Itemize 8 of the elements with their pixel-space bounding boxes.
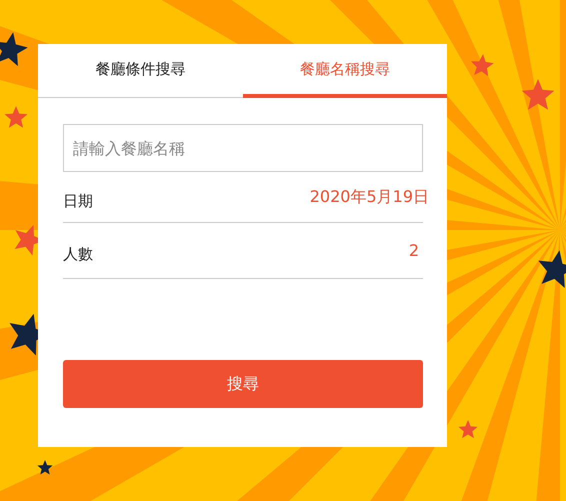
- field-value[interactable]: 2020年5月19日: [310, 186, 429, 208]
- search-field[interactable]: 請輸入餐廳名稱: [63, 124, 423, 172]
- field-label: 人數: [63, 245, 93, 264]
- tab[interactable]: 餐廳條件搜尋: [38, 44, 242, 98]
- tab[interactable]: 餐廳名稱搜尋: [242, 44, 447, 98]
- field-label: 日期: [63, 192, 93, 210]
- field-value[interactable]: 2: [408, 241, 419, 260]
- search-button[interactable]: 搜尋: [63, 360, 423, 408]
